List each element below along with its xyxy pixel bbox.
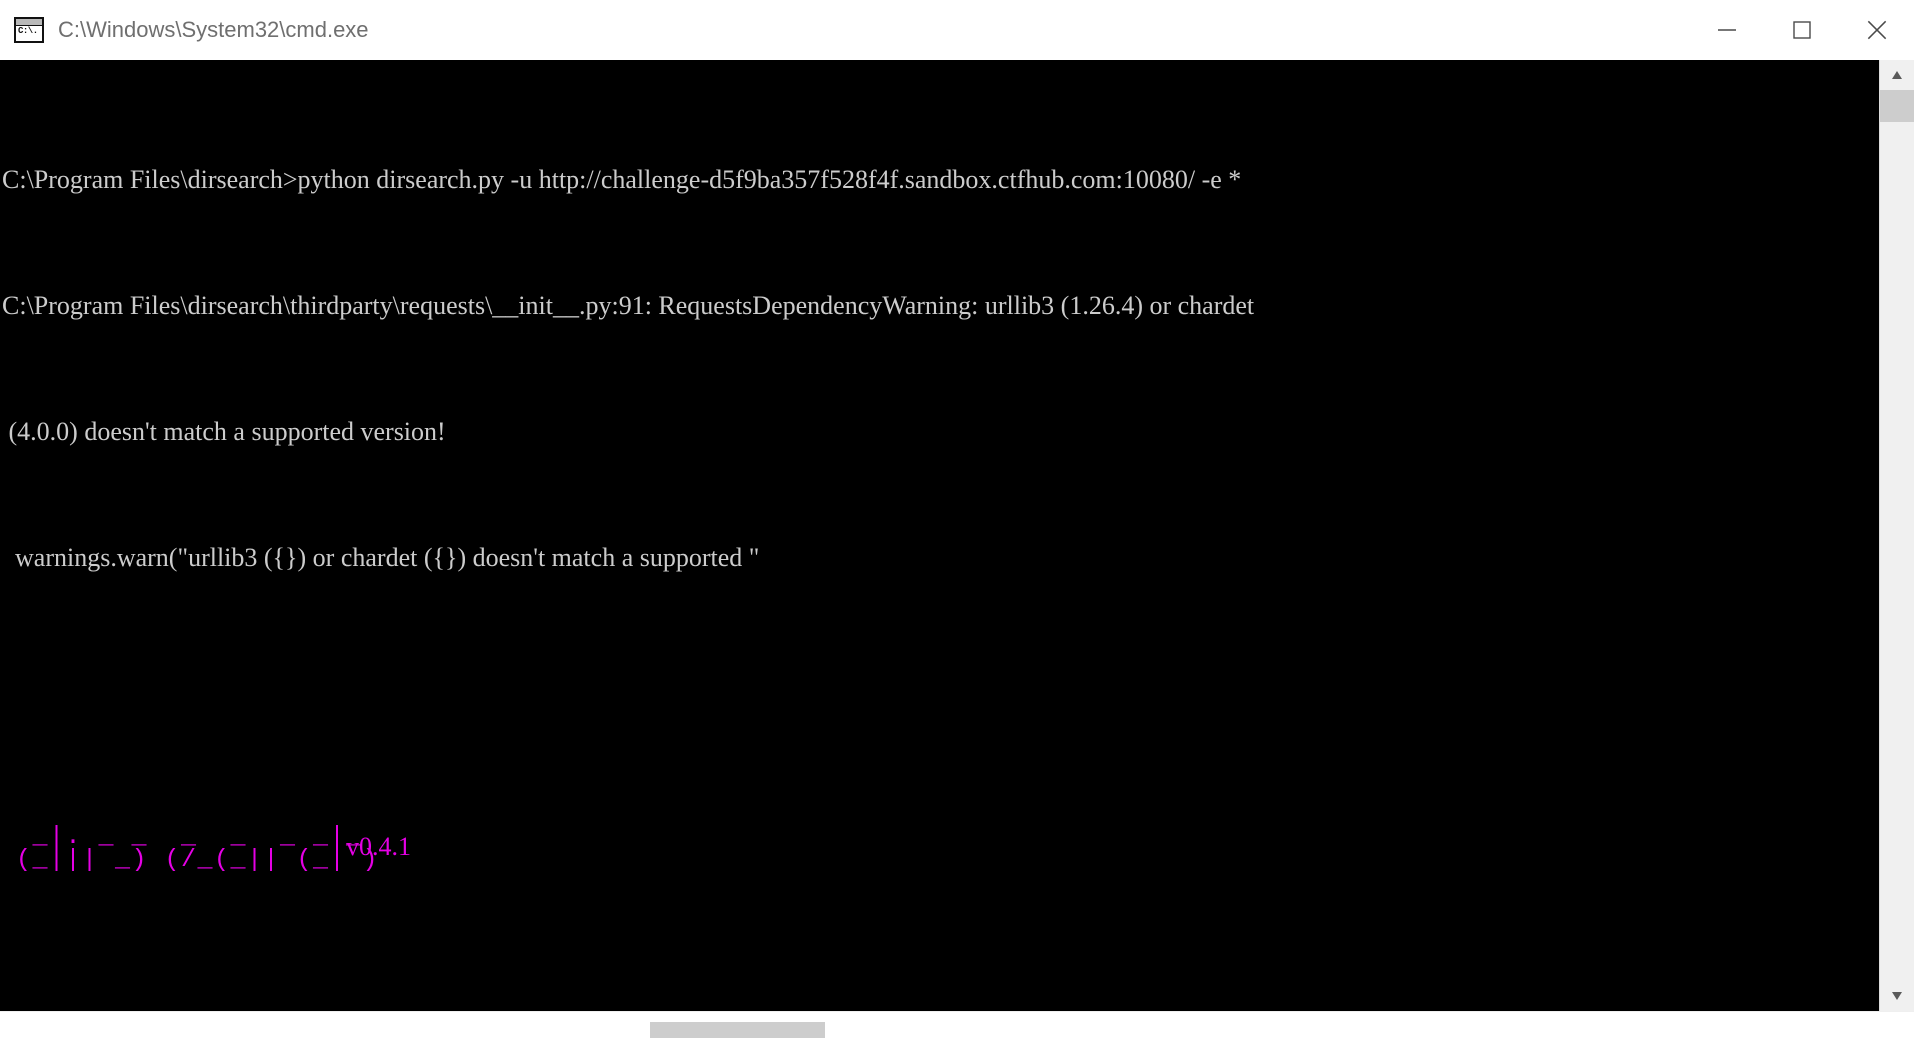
scroll-down-button[interactable] <box>1880 981 1914 1011</box>
title-bar-left: C:\. C:\Windows\System32\cmd.exe <box>0 17 369 43</box>
command-line-text: C:\Program Files\dirsearch>python dirsea… <box>2 164 1242 194</box>
cmd-icon: C:\. <box>14 17 44 43</box>
console-line-warning-warn: warnings.warn("urllib3 ({}) or chardet (… <box>2 542 1879 574</box>
dirsearch-ascii-art: _|. _ _ _ _ _ _|_ (_||| _) (/_(_|| (_| ) <box>16 824 380 874</box>
chevron-down-icon <box>1892 992 1902 1000</box>
console-area[interactable]: C:\Program Files\dirsearch>python dirsea… <box>0 60 1914 1011</box>
close-button[interactable] <box>1839 0 1914 60</box>
horizontal-scrollbar-thumb[interactable] <box>650 1022 825 1038</box>
minimize-button[interactable] <box>1689 0 1764 60</box>
chevron-up-icon <box>1892 71 1902 79</box>
horizontal-scrollbar[interactable] <box>0 1011 1914 1050</box>
cmd-window: C:\. C:\Windows\System32\cmd.exe C:\Prog… <box>0 0 1914 1050</box>
minimize-icon <box>1717 29 1736 31</box>
console-blank-1 <box>2 668 1879 700</box>
console-line-command: C:\Program Files\dirsearch>python dirsea… <box>2 164 1879 196</box>
dirsearch-ascii-row-2: (_||| _) (/_(_|| (_| ) <box>16 845 380 874</box>
scrollbar-thumb[interactable] <box>1880 90 1914 122</box>
maximize-button[interactable] <box>1764 0 1839 60</box>
scrollbar-track[interactable] <box>1880 90 1914 981</box>
window-controls <box>1689 0 1914 60</box>
console-line-warning-version: (4.0.0) doesn't match a supported versio… <box>2 416 1879 448</box>
title-bar[interactable]: C:\. C:\Windows\System32\cmd.exe <box>0 0 1914 60</box>
console-output[interactable]: C:\Program Files\dirsearch>python dirsea… <box>0 60 1879 1011</box>
close-icon <box>1867 20 1886 40</box>
console-line-warning-path: C:\Program Files\dirsearch\thirdparty\re… <box>2 290 1879 322</box>
maximize-icon <box>1792 21 1811 39</box>
warning-path-text: C:\Program Files\dirsearch\thirdparty\re… <box>2 290 1255 320</box>
scroll-up-button[interactable] <box>1880 60 1914 90</box>
window-title: C:\Windows\System32\cmd.exe <box>58 17 369 42</box>
cmd-icon-label: C:\. <box>18 26 38 36</box>
dirsearch-version: v0.4.1 <box>346 832 411 861</box>
warning-version-text: (4.0.0) doesn't match a supported versio… <box>2 416 446 446</box>
vertical-scrollbar[interactable] <box>1879 60 1914 1011</box>
dirsearch-banner: _|. _ _ _ _ _ _|_ (_||| _) (/_(_|| (_| )… <box>2 824 1879 920</box>
warning-warn-text: warnings.warn("urllib3 ({}) or chardet (… <box>2 542 760 572</box>
